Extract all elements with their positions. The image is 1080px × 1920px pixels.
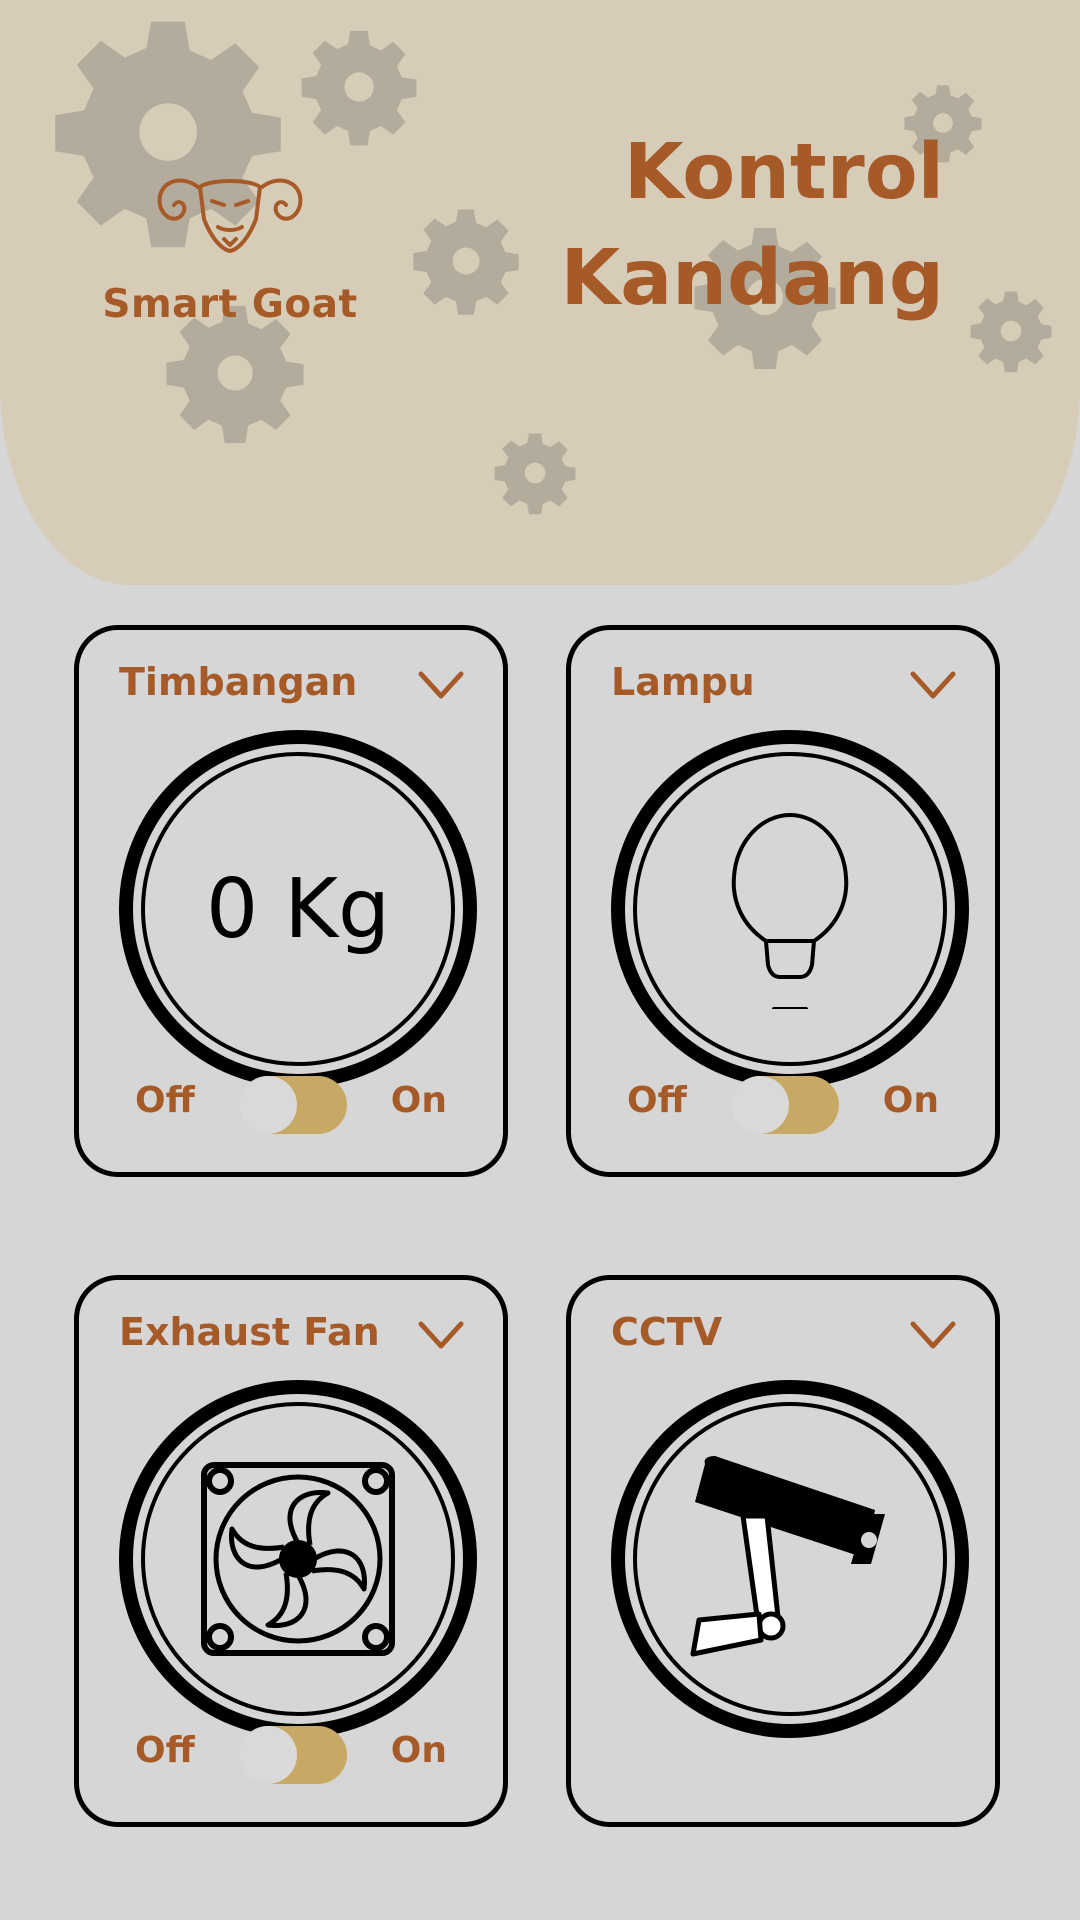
chevron-down-icon[interactable] <box>909 1320 957 1350</box>
chevron-down-icon[interactable] <box>417 670 465 700</box>
toggle-knob <box>239 1076 297 1134</box>
gear-icon <box>410 205 522 317</box>
power-toggle[interactable] <box>239 1076 347 1134</box>
gear-icon <box>492 430 578 516</box>
fan-dial <box>119 1380 477 1738</box>
toggle-off-label: Off <box>135 1080 195 1121</box>
toggle-row: Off On <box>79 1072 503 1134</box>
exhaust-fan-icon <box>201 1462 395 1656</box>
weight-dial: 0 Kg <box>119 730 477 1088</box>
cctv-dial <box>611 1380 969 1738</box>
card-exhaust-fan: Exhaust Fan Off On <box>74 1275 508 1827</box>
header-banner: Smart Goat Kontrol Kandang <box>0 0 1080 585</box>
toggle-on-label: On <box>390 1080 447 1121</box>
gear-icon <box>298 26 420 148</box>
weight-value: 0 Kg <box>205 861 391 957</box>
lamp-dial <box>611 730 969 1088</box>
chevron-down-icon[interactable] <box>909 670 957 700</box>
toggle-knob <box>731 1076 789 1134</box>
power-toggle[interactable] <box>731 1076 839 1134</box>
light-bulb-icon <box>731 812 849 1009</box>
card-cctv: CCTV <box>566 1275 1000 1827</box>
page-title-line2: Kandang <box>560 234 944 323</box>
gear-icon <box>968 288 1054 374</box>
card-title: Exhaust Fan <box>119 1310 380 1354</box>
toggle-knob <box>239 1726 297 1784</box>
page-title-line1: Kontrol <box>623 128 944 217</box>
toggle-row: Off On <box>571 1072 995 1134</box>
toggle-row: Off On <box>79 1722 503 1784</box>
cctv-camera-icon <box>690 1456 885 1657</box>
card-title: Lampu <box>611 660 755 704</box>
page-title: Kontrol Kandang <box>561 120 944 332</box>
toggle-on-label: On <box>390 1730 447 1771</box>
toggle-on-label: On <box>882 1080 939 1121</box>
card-title: CCTV <box>611 1310 723 1354</box>
brand-name: Smart Goat <box>102 282 358 327</box>
toggle-off-label: Off <box>135 1730 195 1771</box>
card-lampu: Lampu Off On <box>566 625 1000 1177</box>
toggle-off-label: Off <box>627 1080 687 1121</box>
power-toggle[interactable] <box>239 1726 347 1784</box>
card-title: Timbangan <box>119 660 358 704</box>
goat-logo-icon <box>150 165 310 265</box>
chevron-down-icon[interactable] <box>417 1320 465 1350</box>
card-timbangan: Timbangan 0 Kg Off On <box>74 625 508 1177</box>
